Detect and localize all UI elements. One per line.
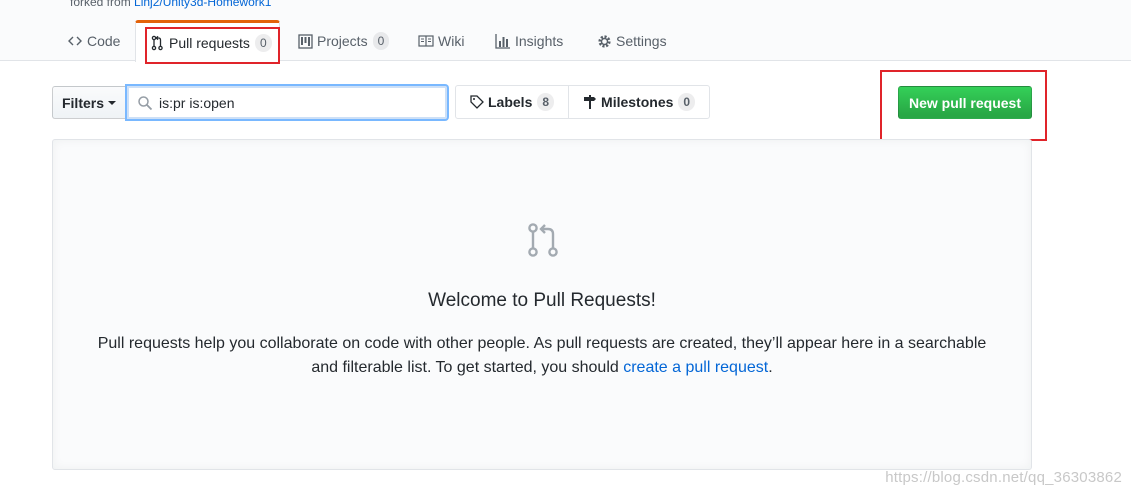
forked-from: forked from Linj2/Unity3d-Homework1 [70,0,271,9]
projects-count: 0 [372,32,390,50]
tab-label: Insights [515,33,564,49]
search-box[interactable] [126,85,448,120]
blankslate-title: Welcome to Pull Requests! [428,290,656,311]
search-icon [137,95,153,111]
caret-down-icon [108,100,116,105]
tab-insights[interactable]: Insights [495,20,563,62]
code-icon [67,33,83,49]
tab-label: Code [87,33,121,49]
blankslate-line2: and filterable list. To get started, you… [311,359,624,376]
labels-link[interactable]: Labels 8 [456,86,568,118]
filters-label: Filters [61,94,104,111]
filters-button[interactable]: Filters [52,86,126,119]
project-icon [297,33,313,49]
highlight-new-pull-request [880,70,1047,141]
labels-milestones-nav: Labels 8 Milestones 0 [455,85,711,119]
blankslate-line1: Pull requests help you collaborate on co… [97,335,987,352]
tab-code[interactable]: Code [67,20,120,62]
labels-label: Labels [488,94,533,110]
tab-label: Projects [317,33,368,49]
highlight-pull-requests-tab [145,27,280,64]
tab-label: Settings [616,33,667,49]
gear-icon [596,33,612,49]
tab-projects[interactable]: Projects 0 [297,20,390,62]
graph-icon [495,33,511,49]
milestones-count: 0 [678,93,696,111]
create-pull-request-link[interactable]: create a pull request [623,359,768,376]
git-pull-request-icon [527,222,559,258]
blankslate-suffix: . [768,359,773,376]
labels-count: 8 [537,93,555,111]
blankslate-description: Pull requests help you collaborate on co… [93,332,991,380]
watermark: https://blog.csdn.net/qq_36303862 [885,469,1122,486]
tag-icon [470,95,484,109]
milestone-icon [583,95,597,109]
milestones-link[interactable]: Milestones 0 [568,86,709,118]
milestones-label: Milestones [601,94,674,110]
tab-settings[interactable]: Settings [596,20,667,62]
tab-label: Wiki [438,33,465,49]
forked-prefix: forked from [70,0,131,9]
tab-wiki[interactable]: Wiki [418,20,464,62]
blankslate: Welcome to Pull Requests! Pull requests … [52,139,1032,470]
forked-repo-link[interactable]: Linj2/Unity3d-Homework1 [134,0,271,9]
book-icon [418,33,434,49]
search-input[interactable] [159,94,429,111]
